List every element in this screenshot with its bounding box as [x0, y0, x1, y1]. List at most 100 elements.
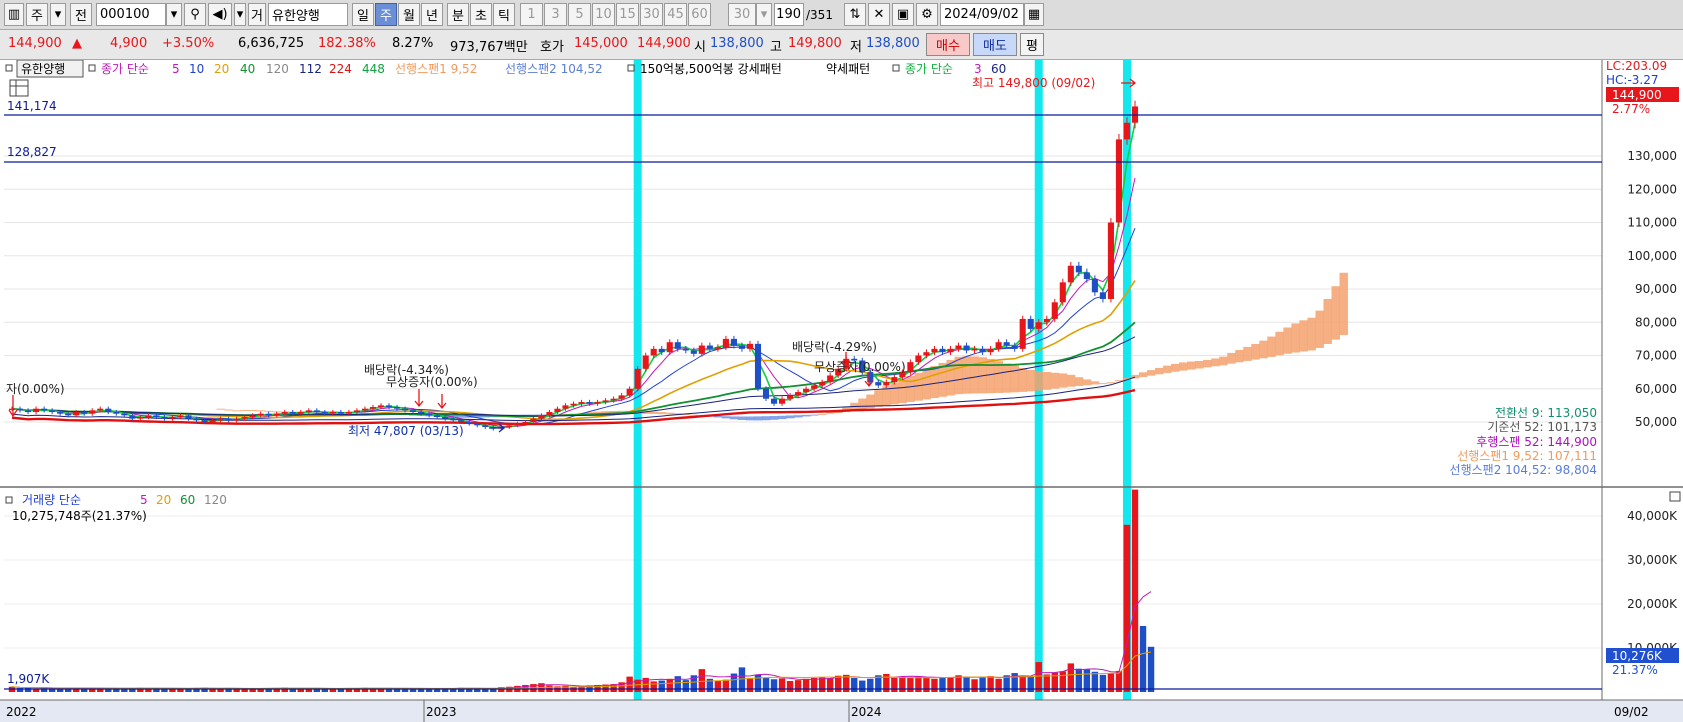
- range-total: /351: [806, 8, 833, 22]
- cloud-segment-84: [890, 382, 899, 405]
- ask-label: 호가: [540, 40, 564, 55]
- cloud-segment-121: [1187, 361, 1196, 370]
- count-button-60[interactable]: 60: [688, 3, 711, 26]
- candle-body-77: [626, 388, 633, 396]
- annotation-low: 최저 47,807 (03/13): [348, 424, 464, 438]
- eval-button[interactable]: 평: [1020, 33, 1044, 56]
- volume-legend-20[interactable]: 20: [156, 493, 171, 507]
- legend-span2[interactable]: 선행스팬2 104,52: [505, 61, 603, 76]
- volume-legend-5[interactable]: 5: [140, 493, 148, 507]
- save-icon[interactable]: ▣: [892, 3, 914, 26]
- x-label-2023: 2023: [426, 705, 457, 719]
- period-tab-3[interactable]: 년: [421, 3, 443, 26]
- x-label-end: 09/02: [1614, 705, 1649, 719]
- cloud-segment-73: [802, 414, 811, 417]
- stock-name-field[interactable]: 유한양행: [268, 3, 348, 26]
- volume-ratio: 182.38%: [318, 36, 376, 51]
- count-button-10[interactable]: 10: [592, 3, 615, 26]
- calendar-icon[interactable]: ▦: [1024, 3, 1044, 26]
- volume-bar-126: [1019, 676, 1026, 692]
- candle-body-74: [602, 400, 609, 403]
- table-icon[interactable]: [9, 79, 29, 97]
- volume-legend-60[interactable]: 60: [180, 493, 195, 507]
- layout-icon[interactable]: ▥: [4, 3, 24, 26]
- count-box[interactable]: 30: [728, 3, 756, 26]
- count-button-30[interactable]: 30: [640, 3, 663, 26]
- up-arrow-icon: ▲: [72, 36, 82, 51]
- count-button-1[interactable]: 1: [520, 3, 543, 26]
- legend-span1[interactable]: 선행스팬1 9,52: [395, 61, 477, 76]
- volume-bar-96: [778, 678, 786, 692]
- candle-body-89: [722, 338, 729, 348]
- period-main-button[interactable]: 주: [26, 3, 48, 26]
- volume-legend-label[interactable]: 거래량 단순: [22, 493, 81, 507]
- stock-chart[interactable]: 141,174 128,827 1,907K 유한양행 종가 단순 5 10 2…: [0, 60, 1683, 722]
- cloud-segment-71: [786, 415, 795, 419]
- candle-body-120: [971, 348, 978, 351]
- volume-panel-close-icon[interactable]: [1669, 491, 1681, 502]
- price-tick-100000: 100,000: [1627, 249, 1677, 263]
- legend-ma-5[interactable]: 5: [172, 62, 180, 76]
- candle-tool-icon[interactable]: ⇅: [844, 3, 866, 26]
- candle-body-18: [153, 415, 160, 418]
- cloud-segment-80: [858, 398, 867, 410]
- candle-body-136: [1099, 292, 1106, 299]
- cloud-segment-135: [1299, 320, 1308, 352]
- date-input[interactable]: 2024/09/02: [940, 3, 1024, 26]
- cloud-segment-132: [1275, 331, 1284, 356]
- search-icon[interactable]: ⚲: [184, 3, 206, 26]
- legend-ma-40[interactable]: 40: [240, 62, 255, 76]
- legend-ma-20[interactable]: 20: [214, 62, 229, 76]
- legend-pattern-weak[interactable]: 약세패턴: [826, 61, 870, 76]
- count-dropdown-icon[interactable]: ▾: [756, 3, 772, 26]
- period-tab-6[interactable]: 틱: [493, 3, 515, 26]
- sound-dropdown-icon[interactable]: ▾: [234, 3, 246, 26]
- toolbar: ▥ 주 ▾ 전 000100 ▾ ⚲ ◀) ▾ 거 유한양행 일주월년분초틱 1…: [0, 0, 1683, 30]
- count-button-5[interactable]: 5: [568, 3, 591, 26]
- cloud-segment-127: [1235, 349, 1244, 363]
- legend-pattern-strong[interactable]: 150억봉,500억봉 강세패턴: [640, 62, 782, 76]
- legend-ma-label[interactable]: 종가 단순: [101, 62, 149, 76]
- legend-ma-224[interactable]: 224: [329, 62, 352, 76]
- candle-body-118: [955, 345, 962, 349]
- legend-ma2-3[interactable]: 3: [974, 62, 982, 76]
- cloud-segment-85: [898, 379, 907, 404]
- prev-button[interactable]: 전: [70, 3, 92, 26]
- count-button-3[interactable]: 3: [544, 3, 567, 26]
- legend-ma2-label[interactable]: 종가 단순: [905, 62, 953, 76]
- candle-body-99: [803, 388, 810, 393]
- period-tab-0[interactable]: 일: [352, 3, 374, 26]
- draw-tool-icon[interactable]: ✕: [868, 3, 890, 26]
- volume-bar-2: [24, 687, 32, 692]
- count-button-15[interactable]: 15: [616, 3, 639, 26]
- candle-body-102: [827, 375, 834, 383]
- cloud-segment-63: [721, 416, 731, 419]
- legend-ma-10[interactable]: 10: [189, 62, 204, 76]
- period-dropdown-icon[interactable]: ▾: [50, 3, 66, 26]
- price-tick-130000: 130,000: [1627, 149, 1677, 163]
- range-current-input[interactable]: 190: [774, 3, 804, 26]
- stock-code-input[interactable]: 000100: [96, 3, 166, 26]
- volume-legend-120[interactable]: 120: [204, 493, 227, 507]
- buy-button[interactable]: 매수: [926, 33, 970, 56]
- period-tab-5[interactable]: 초: [470, 3, 492, 26]
- candle-body-57: [466, 422, 473, 424]
- cloud-segment-4: [248, 410, 258, 412]
- legend-ma-448[interactable]: 448: [362, 62, 385, 76]
- count-button-45[interactable]: 45: [664, 3, 687, 26]
- sell-button[interactable]: 매도: [973, 33, 1017, 56]
- candle-body-54: [442, 417, 449, 419]
- legend-ma-112[interactable]: 112: [299, 62, 322, 76]
- cloud-segment-100: [1018, 367, 1028, 392]
- period-tab-1[interactable]: 주: [375, 3, 397, 26]
- candle-body-15: [129, 415, 136, 419]
- legend-ma-120[interactable]: 120: [266, 62, 289, 76]
- gear-icon[interactable]: ⚙: [916, 3, 938, 26]
- candle-body-108: [875, 382, 882, 386]
- period-tab-4[interactable]: 분: [447, 3, 469, 26]
- sound-icon[interactable]: ◀): [208, 3, 232, 26]
- candle-body-71: [578, 402, 585, 404]
- period-tab-2[interactable]: 월: [398, 3, 420, 26]
- code-dropdown-icon[interactable]: ▾: [166, 3, 182, 26]
- legend-ma2-60[interactable]: 60: [991, 62, 1006, 76]
